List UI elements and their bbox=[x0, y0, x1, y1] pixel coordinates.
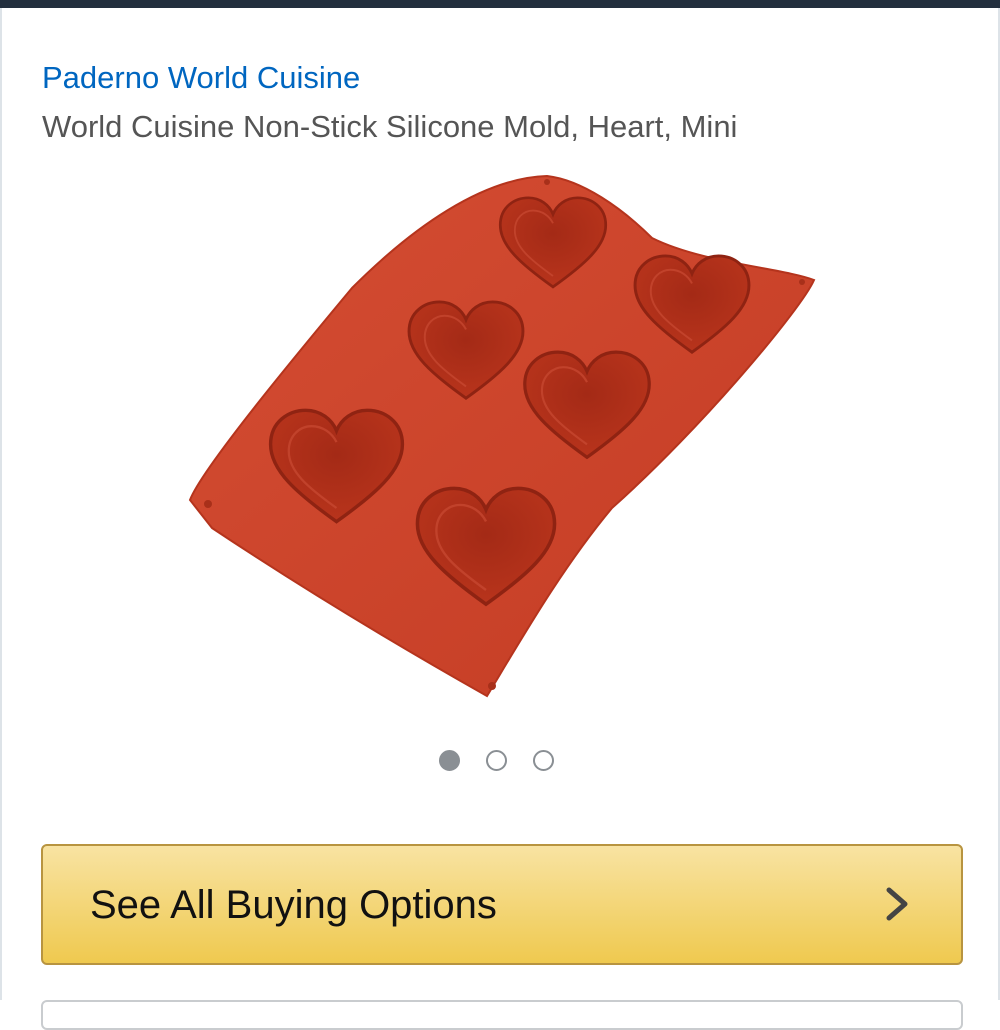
carousel-dot-3[interactable] bbox=[533, 750, 554, 771]
top-navigation-bar bbox=[0, 0, 1000, 8]
product-title: World Cuisine Non-Stick Silicone Mold, H… bbox=[42, 109, 738, 144]
chevron-right-icon bbox=[886, 887, 908, 921]
image-carousel-dots bbox=[439, 750, 554, 771]
brand-link[interactable]: Paderno World Cuisine bbox=[42, 60, 360, 96]
next-section-card bbox=[41, 1000, 963, 1030]
buy-options-label: See All Buying Options bbox=[90, 883, 497, 927]
carousel-dot-2[interactable] bbox=[486, 750, 507, 771]
carousel-dot-1[interactable] bbox=[439, 750, 460, 771]
see-all-buying-options-button[interactable]: See All Buying Options bbox=[41, 844, 963, 965]
product-page: Paderno World Cuisine World Cuisine Non-… bbox=[0, 8, 1000, 1030]
product-image[interactable] bbox=[182, 168, 822, 708]
